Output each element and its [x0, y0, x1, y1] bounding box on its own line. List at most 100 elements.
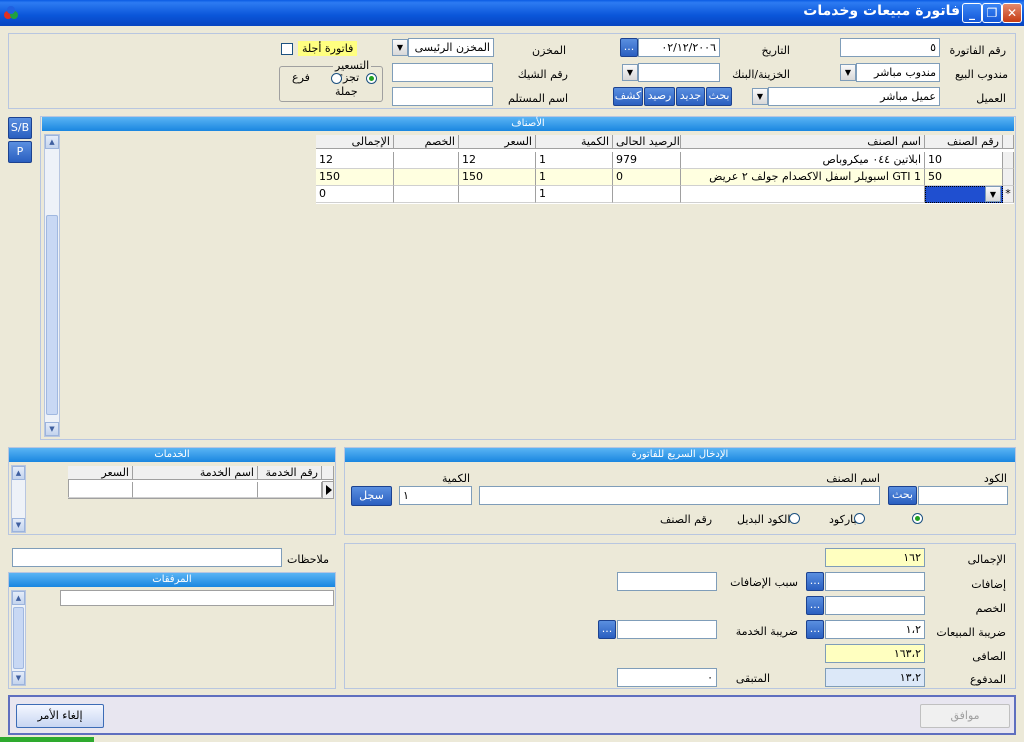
pricing-retail-radio[interactable] — [366, 73, 377, 84]
attachments-scrollbar[interactable]: ▲ ▼ — [11, 590, 26, 686]
p-button[interactable]: P — [8, 141, 32, 163]
restore-icon[interactable]: ❐ — [982, 3, 1002, 23]
cell-item-name[interactable] — [681, 186, 925, 203]
quick-code-field[interactable] — [918, 486, 1008, 505]
credit-invoice-label: فاتورة أجلة — [298, 41, 358, 56]
footer-bar — [8, 695, 1016, 735]
cell-price[interactable]: 150 — [459, 169, 536, 186]
cell-total[interactable]: 12 — [316, 152, 394, 169]
pricing-branch-radio[interactable] — [330, 73, 342, 84]
service-tax-label: ضريبة الخدمة — [735, 625, 798, 638]
sales-tax-lookup-button[interactable]: ... — [806, 620, 824, 639]
row-selector[interactable] — [1003, 152, 1014, 169]
quick-name-field[interactable] — [479, 486, 880, 505]
attachments-title: المرفقات — [9, 573, 335, 587]
cell-price[interactable]: 12 — [459, 152, 536, 169]
store-dropdown-icon[interactable]: ▼ — [392, 39, 408, 56]
quick-code-label: الكود — [983, 472, 1007, 485]
item-code-dropdown-icon[interactable]: ▼ — [985, 186, 1001, 202]
quick-save-button[interactable]: سجل — [351, 486, 392, 506]
sales-tax-field[interactable]: ١،٢ — [825, 620, 925, 639]
scroll-thumb[interactable] — [46, 215, 58, 415]
cell-service-name[interactable] — [133, 482, 258, 498]
col-price: السعر — [459, 135, 536, 149]
customer-statement-button[interactable]: كشف — [613, 87, 643, 106]
customer-dropdown-icon[interactable]: ▼ — [752, 88, 768, 105]
scroll-down-icon[interactable]: ▼ — [45, 422, 59, 436]
sb-button[interactable]: S/B — [8, 117, 32, 139]
attachments-list[interactable] — [60, 590, 334, 606]
date-picker-button[interactable]: ... — [620, 38, 638, 57]
item-no-radio[interactable] — [788, 513, 800, 524]
discount-lookup-button[interactable]: ... — [806, 596, 824, 615]
cell-discount[interactable] — [394, 169, 459, 186]
cell-balance[interactable]: 0 — [613, 169, 681, 186]
cell-price[interactable] — [459, 186, 536, 203]
sales-rep-dropdown-icon[interactable]: ▼ — [840, 64, 856, 81]
quick-search-button[interactable]: بحث — [888, 486, 917, 505]
scroll-up-icon[interactable]: ▲ — [12, 591, 25, 605]
paid-field[interactable]: ١٣،٢ — [825, 668, 925, 687]
customer-search-button[interactable]: بحث — [706, 87, 732, 106]
discount-field[interactable] — [825, 596, 925, 615]
cell-discount[interactable] — [394, 152, 459, 169]
services-scrollbar[interactable]: ▲ ▼ — [11, 465, 26, 533]
receiver-field[interactable] — [392, 87, 493, 106]
customer-new-button[interactable]: جديد — [676, 87, 705, 106]
cell-total[interactable]: 150 — [316, 169, 394, 186]
check-no-field[interactable] — [392, 63, 493, 82]
alt-code-radio[interactable] — [854, 513, 865, 524]
scroll-thumb[interactable] — [13, 607, 24, 669]
additions-lookup-button[interactable]: ... — [806, 572, 824, 591]
credit-invoice-checkbox[interactable] — [281, 43, 293, 55]
customer-select[interactable]: عميل مباشر — [768, 87, 940, 106]
date-field[interactable]: ٠٢/١٢/٢٠٠٦ — [638, 38, 720, 57]
additions-reason-label: سبب الإضافات — [730, 576, 798, 589]
sales-rep-select[interactable]: مندوب مباشر — [856, 63, 940, 82]
additions-label: إضافات — [971, 578, 1006, 591]
cell-service-no[interactable] — [258, 482, 322, 498]
cell-qty[interactable]: 1 — [536, 152, 613, 169]
cell-item-name[interactable]: GTI 1 اسبويلر اسفل الاكصدام جولف ٢ عريض — [681, 169, 925, 186]
treasury-select[interactable] — [638, 63, 720, 82]
cell-balance[interactable]: 979 — [613, 152, 681, 169]
cell-total[interactable]: 0 — [316, 186, 394, 203]
invoice-no-field[interactable]: ٥ — [840, 38, 940, 57]
notes-field[interactable] — [12, 548, 282, 567]
sales-tax-label: ضريبة المبيعات — [936, 626, 1006, 639]
barcode-radio[interactable] — [911, 513, 923, 524]
cancel-button[interactable]: إلغاء الأمر — [16, 704, 104, 728]
store-select[interactable]: المخزن الرئيسى — [408, 38, 494, 57]
scroll-up-icon[interactable]: ▲ — [45, 135, 59, 149]
additions-field[interactable] — [825, 572, 925, 591]
scroll-down-icon[interactable]: ▼ — [12, 518, 25, 532]
invoice-no-label: رقم الفاتورة — [949, 44, 1006, 57]
cell-item-code[interactable]: 50 — [925, 169, 1003, 186]
row-selector[interactable] — [1003, 169, 1014, 186]
notes-label: ملاحظات — [287, 553, 329, 566]
minimize-icon[interactable]: _ — [962, 3, 982, 23]
app-icon — [4, 6, 18, 19]
paid-label: المدفوع — [969, 673, 1006, 686]
scroll-down-icon[interactable]: ▼ — [12, 671, 25, 685]
cell-item-code[interactable]: 10 — [925, 152, 1003, 169]
ok-button[interactable]: موافق — [920, 704, 1010, 728]
cell-discount[interactable] — [394, 186, 459, 203]
additions-reason-field[interactable] — [617, 572, 717, 591]
cell-qty[interactable]: 1 — [536, 169, 613, 186]
cell-item-name[interactable]: ابلاتين ٠٤٤ ميكروباص — [681, 152, 925, 169]
title-bar: فاتورة مبيعات وخدمات _ ❐ ✕ — [0, 0, 1024, 26]
quick-qty-field[interactable]: ١ — [399, 486, 472, 505]
items-scrollbar[interactable]: ▲ ▼ — [44, 134, 60, 437]
service-tax-field[interactable] — [617, 620, 717, 639]
cell-service-price[interactable] — [68, 482, 133, 498]
service-tax-lookup-button[interactable]: ... — [598, 620, 616, 639]
cell-qty[interactable]: 1 — [536, 186, 613, 203]
cell-balance[interactable] — [613, 186, 681, 203]
treasury-dropdown-icon[interactable]: ▼ — [622, 64, 638, 81]
col-service-price: السعر — [68, 466, 133, 480]
scroll-up-icon[interactable]: ▲ — [12, 466, 25, 480]
close-icon[interactable]: ✕ — [1002, 3, 1022, 23]
col-qty: الكمية — [536, 135, 613, 149]
customer-balance-button[interactable]: رصيد — [644, 87, 675, 106]
